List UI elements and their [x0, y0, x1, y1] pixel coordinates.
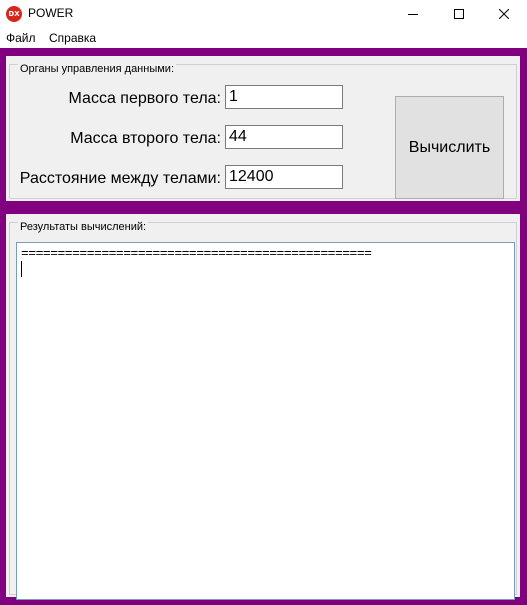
results-textarea[interactable]: ========================================… [16, 242, 515, 600]
window-frame: Органы управления данными: Масса первого… [0, 48, 527, 605]
maximize-button[interactable] [436, 0, 482, 28]
menu-bar: Файл Справка [0, 28, 527, 48]
results-group-title: Результаты вычислений: [18, 221, 149, 233]
close-icon [499, 9, 509, 19]
results-groupbox: Результаты вычислений: =================… [9, 221, 517, 600]
menu-help[interactable]: Справка [49, 31, 96, 45]
first-mass-input[interactable]: 1 [225, 85, 343, 109]
menu-file[interactable]: Файл [6, 31, 36, 45]
first-mass-label: Масса первого тела: [68, 90, 221, 107]
distance-input[interactable]: 12400 [225, 165, 343, 189]
minimize-icon [408, 14, 418, 15]
controls-groupbox: Органы управления данными: Масса первого… [9, 64, 517, 199]
second-mass-label: Масса второго тела: [70, 130, 221, 147]
app-icon: DX [6, 6, 22, 22]
second-mass-input[interactable]: 44 [225, 125, 343, 149]
window-title: POWER [28, 6, 74, 20]
controls-panel: Органы управления данными: Масса первого… [6, 56, 520, 201]
calculate-button-label: Вычислить [408, 138, 491, 156]
maximize-icon [454, 9, 464, 19]
calculate-button[interactable]: Вычислить [395, 96, 504, 199]
controls-group-title: Органы управления данными: [18, 63, 177, 75]
text-caret [21, 261, 22, 277]
title-bar: DX POWER [0, 0, 527, 28]
results-panel: Результаты вычислений: =================… [6, 214, 520, 600]
minimize-button[interactable] [390, 0, 436, 28]
distance-label: Расстояние между телами: [19, 170, 221, 187]
results-text: ========================================… [21, 246, 372, 261]
close-button[interactable] [481, 0, 527, 28]
